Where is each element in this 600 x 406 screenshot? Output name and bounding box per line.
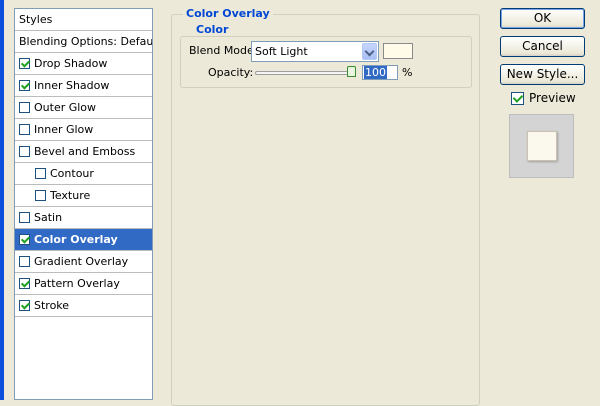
style-item-texture[interactable]: Texture: [15, 185, 152, 207]
styles-header[interactable]: Styles: [15, 9, 152, 31]
style-item-stroke[interactable]: Stroke: [15, 295, 152, 317]
overlay-color-swatch[interactable]: [383, 43, 413, 59]
style-checkbox[interactable]: [19, 146, 30, 157]
style-checkbox[interactable]: [19, 102, 30, 113]
style-item-label: Texture: [50, 189, 91, 202]
style-item-label: Drop Shadow: [34, 57, 108, 70]
preview-label: Preview: [529, 91, 576, 105]
style-checkbox[interactable]: [19, 300, 30, 311]
style-checkbox[interactable]: [35, 168, 46, 179]
style-item-inner-shadow[interactable]: Inner Shadow: [15, 75, 152, 97]
window-border: [0, 0, 4, 400]
opacity-slider-track[interactable]: [255, 71, 355, 75]
style-item-label: Satin: [34, 211, 63, 224]
style-checkbox[interactable]: [19, 212, 30, 223]
style-checkbox[interactable]: [19, 58, 30, 69]
ok-button[interactable]: OK: [500, 8, 585, 29]
opacity-value: 100: [364, 66, 387, 79]
opacity-label: Opacity:: [208, 66, 254, 79]
chevron-down-icon[interactable]: [362, 43, 377, 60]
opacity-slider-thumb[interactable]: [347, 66, 356, 77]
style-item-pattern-overlay[interactable]: Pattern Overlay: [15, 273, 152, 295]
style-item-label: Gradient Overlay: [34, 255, 129, 268]
style-item-label: Inner Shadow: [34, 79, 110, 92]
opacity-input[interactable]: 100: [362, 65, 398, 80]
style-item-label: Outer Glow: [34, 101, 97, 114]
new-style-button[interactable]: New Style...: [500, 64, 585, 85]
style-item-bevel-and-emboss[interactable]: Bevel and Emboss: [15, 141, 152, 163]
style-checkbox[interactable]: [19, 124, 30, 135]
style-checkbox[interactable]: [19, 80, 30, 91]
style-checkbox[interactable]: [35, 190, 46, 201]
preview-checkbox[interactable]: [511, 91, 524, 105]
style-item-drop-shadow[interactable]: Drop Shadow: [15, 53, 152, 75]
style-item-label: Stroke: [34, 299, 70, 312]
style-checkbox[interactable]: [19, 256, 30, 267]
style-item-inner-glow[interactable]: Inner Glow: [15, 119, 152, 141]
color-overlay-title: Color Overlay: [183, 7, 273, 20]
style-item-label: Inner Glow: [34, 123, 94, 136]
preview-toggle[interactable]: Preview: [511, 91, 576, 105]
color-group-title: Color: [193, 23, 232, 36]
blend-mode-select[interactable]: Soft Light: [251, 41, 379, 62]
style-item-outer-glow[interactable]: Outer Glow: [15, 97, 152, 119]
style-checkbox[interactable]: [19, 234, 30, 245]
style-item-contour[interactable]: Contour: [15, 163, 152, 185]
blending-options-item[interactable]: Blending Options: Default: [15, 31, 152, 53]
style-item-label: Contour: [50, 167, 94, 180]
style-item-gradient-overlay[interactable]: Gradient Overlay: [15, 251, 152, 273]
style-item-satin[interactable]: Satin: [15, 207, 152, 229]
opacity-unit: %: [402, 66, 413, 79]
style-item-label: Color Overlay: [34, 233, 118, 246]
style-checkbox[interactable]: [19, 278, 30, 289]
blend-mode-label: Blend Mode:: [189, 44, 258, 57]
styles-list: Styles Blending Options: Default Drop Sh…: [14, 8, 153, 400]
cancel-button[interactable]: Cancel: [500, 36, 585, 57]
preview-swatch: [527, 131, 557, 161]
preview-thumbnail: [509, 114, 574, 178]
style-item-label: Pattern Overlay: [34, 277, 120, 290]
blend-mode-value: Soft Light: [255, 45, 308, 58]
style-item-color-overlay[interactable]: Color Overlay: [15, 229, 152, 251]
style-item-label: Bevel and Emboss: [34, 145, 136, 158]
